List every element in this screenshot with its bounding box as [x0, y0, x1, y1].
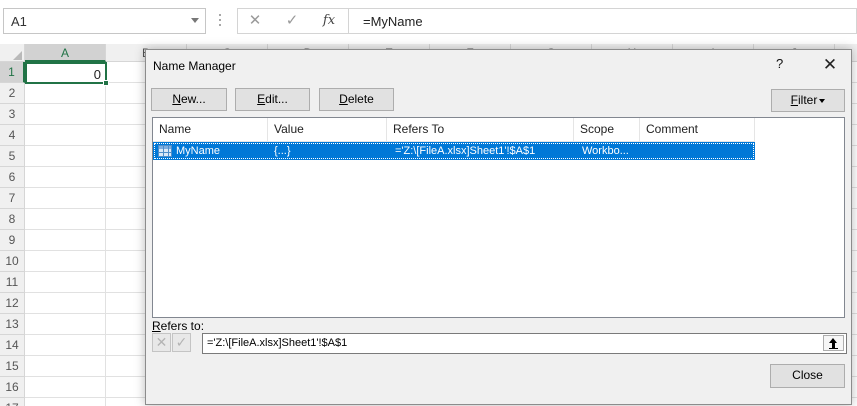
name-box-dropdown-icon[interactable] [191, 18, 199, 23]
row-header-10[interactable]: 10 [0, 251, 25, 272]
row-comment [647, 144, 747, 158]
row-header-5[interactable]: 5 [0, 146, 25, 167]
formula-input[interactable]: =MyName [348, 8, 857, 34]
edit-button[interactable]: Edit... [235, 88, 310, 111]
close-button-label: Close [792, 368, 823, 382]
formula-bar-buttons: ✕ ✓ fx [237, 8, 348, 34]
delete-button[interactable]: Delete [319, 88, 394, 111]
refers-to-value: ='Z:\[FileA.xlsx]Sheet1'!$A$1 [207, 337, 348, 349]
collapse-dialog-icon[interactable] [823, 335, 844, 351]
row-header-2[interactable]: 2 [0, 83, 25, 104]
close-icon[interactable]: ✕ [817, 54, 843, 76]
formula-bar-grip-icon[interactable] [219, 14, 221, 28]
column-header-a[interactable]: A [25, 44, 106, 62]
row-name: MyName [176, 145, 221, 157]
select-all-icon [13, 51, 22, 60]
close-button[interactable]: Close [770, 364, 845, 388]
enter-entry-icon[interactable]: ✓ [275, 9, 309, 33]
row-header-3[interactable]: 3 [0, 104, 25, 125]
delete-button-label: Delete [339, 92, 374, 106]
row-header-6[interactable]: 6 [0, 167, 25, 188]
column-header-scope[interactable]: Scope [574, 118, 640, 142]
fill-handle[interactable] [103, 80, 109, 86]
filter-button-label: Filter [790, 93, 818, 107]
row-header-13[interactable]: 13 [0, 314, 25, 335]
column-header-value[interactable]: Value [268, 118, 387, 142]
column-header-comment[interactable]: Comment [640, 118, 755, 142]
formula-bar: A1 ✕ ✓ fx =MyName [0, 0, 857, 44]
help-icon[interactable]: ? [776, 56, 783, 71]
filter-button[interactable]: Filter [771, 89, 845, 112]
name-manager-dialog: Name Manager ? ✕ New... Edit... Delete F… [145, 49, 852, 405]
row-header-9[interactable]: 9 [0, 230, 25, 251]
row-scope: Workbo... [582, 145, 629, 157]
filter-dropdown-icon [819, 98, 826, 103]
insert-function-icon[interactable]: fx [312, 9, 346, 33]
row-header-1[interactable]: 1 [0, 62, 25, 83]
name-box-value: A1 [11, 14, 27, 29]
refers-ok-icon[interactable]: ✓ [172, 333, 191, 352]
row-header-14[interactable]: 14 [0, 335, 25, 356]
row-header-7[interactable]: 7 [0, 188, 25, 209]
row-header-8[interactable]: 8 [0, 209, 25, 230]
refers-to-input[interactable]: ='Z:\[FileA.xlsx]Sheet1'!$A$1 [202, 333, 847, 354]
edit-button-label: Edit... [257, 92, 288, 106]
row-header-15[interactable]: 15 [0, 356, 25, 377]
list-item[interactable]: MyName {...} ='Z:\[FileA.xlsx]Sheet1'!$A… [153, 142, 755, 160]
refers-cancel-icon[interactable]: ✕ [152, 333, 171, 352]
refers-to-label: Refers to: [152, 319, 205, 333]
column-header-name[interactable]: Name [153, 118, 268, 142]
row-header-11[interactable]: 11 [0, 272, 25, 293]
new-button-label: New... [172, 92, 206, 106]
row-header-4[interactable]: 4 [0, 125, 25, 146]
row-header-17[interactable]: 17 [0, 398, 25, 406]
row-value: {...} [274, 145, 291, 157]
names-list[interactable]: Name Value Refers To Scope Comment MyNam… [152, 117, 845, 318]
formula-text: =MyName [363, 14, 423, 29]
cancel-entry-icon[interactable]: ✕ [238, 9, 272, 33]
row-header-16[interactable]: 16 [0, 377, 25, 398]
select-all-button[interactable] [0, 44, 25, 62]
row-header-12[interactable]: 12 [0, 293, 25, 314]
dialog-title: Name Manager [153, 59, 236, 73]
column-header-refers-to[interactable]: Refers To [387, 118, 574, 142]
row-refers-to: ='Z:\[FileA.xlsx]Sheet1'!$A$1 [395, 145, 536, 157]
name-box[interactable]: A1 [3, 8, 206, 34]
cell-a1-value: 0 [93, 67, 101, 82]
new-button[interactable]: New... [151, 88, 227, 111]
active-cell-a1[interactable]: 0 [25, 62, 109, 86]
named-range-table-icon [158, 145, 172, 157]
